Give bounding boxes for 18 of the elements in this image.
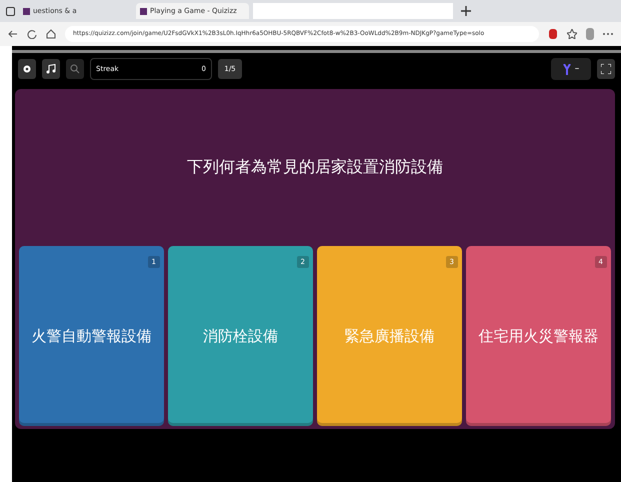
fullscreen-icon[interactable] (597, 59, 615, 79)
music-icon[interactable] (42, 59, 60, 79)
refresh-icon[interactable] (27, 29, 37, 39)
more-icon[interactable] (603, 32, 613, 36)
plus-icon[interactable] (461, 6, 471, 16)
settings-icon[interactable] (18, 59, 36, 79)
score-badge: – (551, 58, 591, 80)
home-icon[interactable] (46, 29, 56, 39)
option-text: 緊急廣播設備 (344, 326, 434, 344)
zoom-icon[interactable] (66, 59, 84, 79)
question-text: 下列何者為常見的居家設置消防設備 (186, 156, 444, 178)
option-text: 火警自動警報設備 (32, 326, 152, 344)
new-tab-field[interactable] (253, 3, 453, 19)
star-icon[interactable] (567, 29, 577, 39)
back-icon[interactable] (8, 29, 18, 39)
tab-actions-icon[interactable] (6, 6, 15, 16)
option-text: 住宅用火災警報器 (478, 326, 598, 344)
option-text: 消防栓設備 (203, 326, 278, 344)
